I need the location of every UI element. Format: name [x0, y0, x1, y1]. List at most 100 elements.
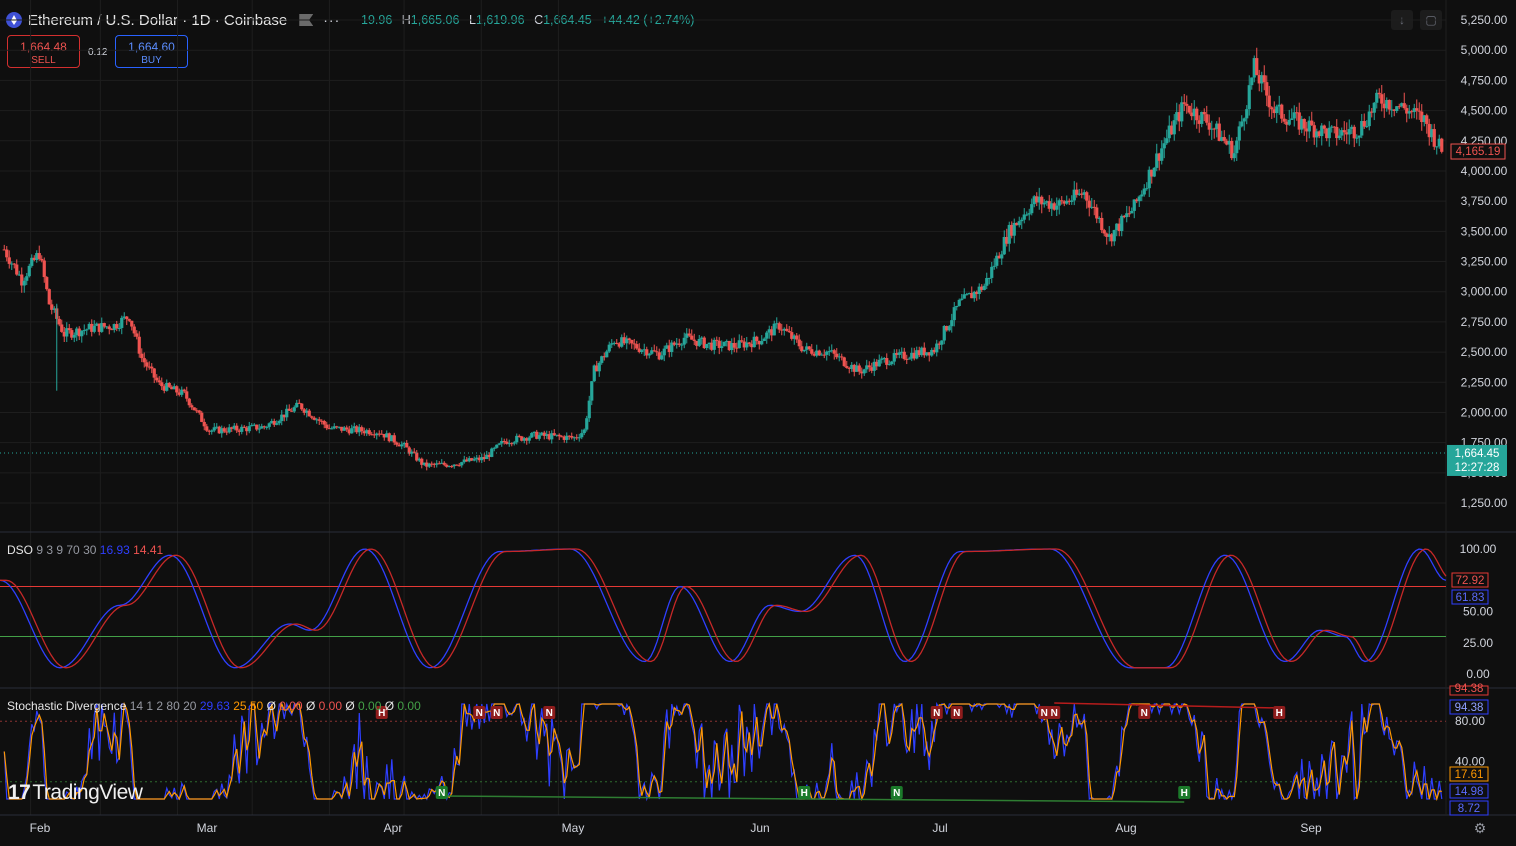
candle-body	[1287, 119, 1291, 125]
ohlc-legend: 19.96 H1,665.06 L1,619.96 C1,664.45 +44.…	[361, 13, 694, 27]
candle-body	[592, 365, 596, 382]
candle-body	[442, 462, 446, 465]
candle-body	[225, 431, 229, 433]
more-options-button[interactable]: ···	[323, 12, 340, 28]
time-axis-label: Jun	[750, 821, 769, 835]
candle-body	[922, 347, 926, 356]
candle-body	[485, 454, 489, 460]
candle-body	[747, 342, 751, 344]
candle-body	[277, 421, 281, 424]
candle-body	[65, 328, 69, 337]
candle-body	[337, 426, 341, 428]
candle-body	[930, 349, 934, 356]
candle-body	[1382, 103, 1386, 109]
candle-body	[482, 457, 486, 460]
candle-body	[342, 427, 346, 431]
candle-body	[72, 334, 76, 338]
candle-body	[792, 335, 796, 339]
candle-body	[755, 336, 759, 341]
candle-body	[800, 346, 804, 352]
candle-body	[155, 377, 159, 381]
sell-button[interactable]: 1,664.48 SELL	[7, 35, 80, 68]
candle-body	[17, 274, 21, 276]
candle-body	[430, 463, 434, 465]
candle-body	[462, 459, 466, 463]
candle-body	[975, 291, 979, 295]
candle-body	[1187, 105, 1191, 113]
candle-body	[350, 428, 354, 434]
candle-body	[260, 426, 264, 429]
candle-body	[557, 434, 561, 437]
candle-body	[170, 386, 174, 390]
candle-body	[767, 329, 771, 333]
candle-body	[90, 323, 94, 332]
candle-body	[185, 391, 189, 399]
buy-button[interactable]: 1,664.60 BUY	[115, 35, 188, 68]
candle-body	[1120, 215, 1124, 231]
candle-body	[892, 353, 896, 362]
candle-body	[1257, 75, 1261, 84]
ethereum-icon	[6, 12, 22, 28]
price-tick-label: 5,250.00	[1461, 13, 1508, 27]
candle-body	[552, 433, 556, 436]
candle-body	[695, 340, 699, 346]
candle-body	[637, 348, 641, 352]
candle-body	[15, 264, 19, 275]
chart-canvas[interactable]: 5,250.00 5,000.00 4,750.00 4,500.00 4,250.00…	[0, 0, 1516, 846]
candle-body	[1180, 102, 1184, 122]
candle-body	[1272, 109, 1276, 114]
candle-body	[1330, 126, 1334, 128]
candle-body	[972, 291, 976, 299]
candle-body	[920, 347, 924, 356]
candle-body	[477, 457, 481, 461]
hl-price-badge	[1450, 143, 1506, 160]
candle-body	[1265, 82, 1269, 96]
candle-body	[772, 323, 776, 336]
candle-body	[447, 466, 451, 468]
candle-body	[302, 409, 306, 413]
candle-body	[140, 353, 144, 359]
candle-body	[1215, 123, 1219, 130]
candle-body	[265, 426, 269, 428]
candle-body	[915, 350, 919, 359]
fullscreen-icon[interactable]: ▢	[1420, 10, 1442, 30]
candle-body	[1292, 112, 1296, 119]
candle-body	[1050, 203, 1054, 209]
bear-marker-label: N	[933, 708, 940, 719]
stoch-low-blue-badge	[1449, 783, 1489, 799]
download-icon[interactable]: ↓	[1391, 10, 1413, 30]
stoch-legend[interactable]: Stochastic Divergence 14 1 2 80 20 29.63…	[7, 699, 421, 713]
candle-body	[565, 435, 569, 440]
candle-body	[187, 398, 191, 406]
candle-body	[1277, 104, 1281, 107]
candle-body	[587, 400, 591, 419]
candle-body	[455, 464, 459, 466]
candle-body	[200, 412, 204, 422]
symbol-title[interactable]: Ethereum / U.S. Dollar · 1D · Coinbase	[28, 12, 287, 29]
candle-body	[1400, 103, 1404, 107]
candle-body	[1057, 200, 1061, 206]
dso-legend[interactable]: DSO 9 3 9 70 30 16.93 14.41	[7, 543, 163, 557]
candle-body	[10, 263, 14, 265]
candle-body	[1235, 140, 1239, 154]
candle-body	[270, 420, 274, 424]
dso-blue-label: 61.83	[1456, 592, 1485, 604]
candle-body	[887, 364, 891, 366]
candle-body	[365, 430, 369, 434]
candle-body	[547, 434, 551, 440]
flag-icon[interactable]	[299, 14, 314, 26]
candle-body	[390, 435, 394, 442]
candle-body	[245, 427, 249, 432]
candle-body	[1232, 153, 1236, 159]
candle-body	[445, 464, 449, 467]
candle-body	[905, 358, 909, 360]
candle-body	[105, 326, 109, 328]
buy-label: BUY	[141, 55, 162, 66]
gear-icon[interactable]: ⚙	[1472, 820, 1488, 836]
close-value: 1,664.45	[543, 13, 592, 27]
tradingview-watermark[interactable]: 17 TradingView	[8, 781, 143, 805]
candle-body	[1117, 223, 1121, 231]
candle-body	[692, 339, 696, 341]
candle-body	[55, 308, 59, 319]
candle-body	[360, 427, 364, 432]
